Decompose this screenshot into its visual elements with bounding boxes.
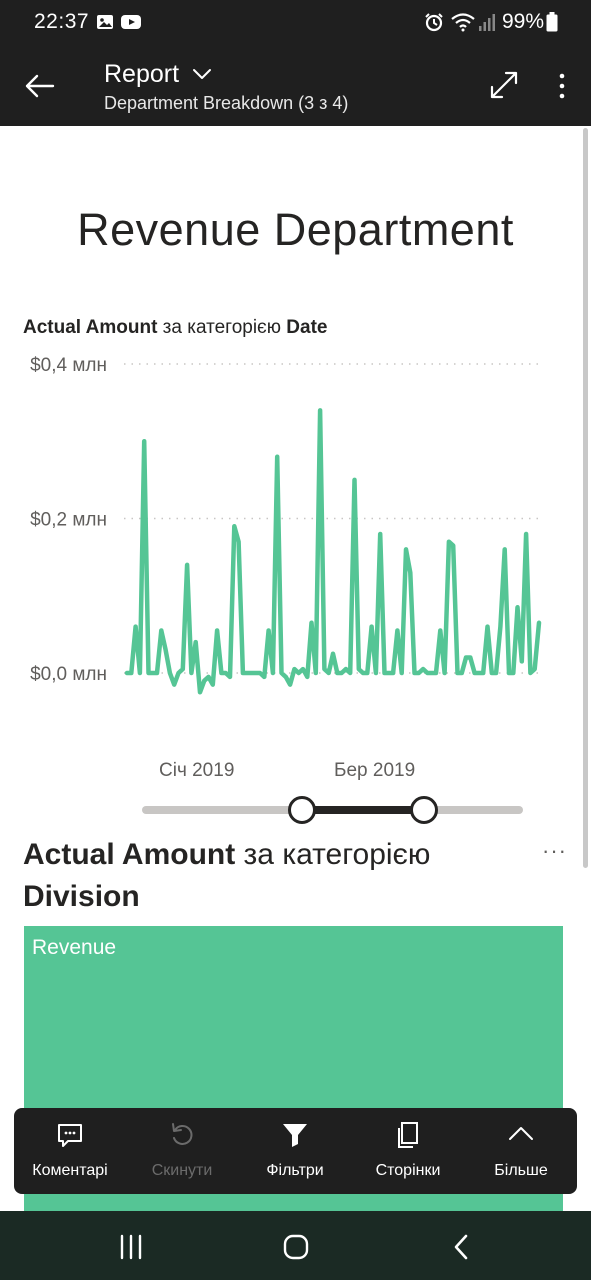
image-icon — [97, 15, 113, 29]
slider-start-handle[interactable] — [288, 796, 317, 824]
slider-end-handle[interactable] — [409, 796, 438, 824]
back-nav-icon[interactable] — [446, 1231, 478, 1263]
reset-button[interactable]: Скинути — [126, 1108, 238, 1194]
status-bar: 22:37 99% — [0, 0, 591, 46]
filters-button[interactable]: Фільтри — [239, 1108, 351, 1194]
comments-button[interactable]: Коментарі — [14, 1108, 126, 1194]
treemap-tile-label: Revenue — [32, 936, 117, 959]
treemap-title: Actual Amount за категорією Division — [23, 834, 523, 918]
page-title: Revenue Department — [77, 204, 514, 255]
back-arrow-icon[interactable] — [22, 68, 58, 104]
line-chart[interactable]: $0,4 млн $0,2 млн $0,0 млн — [0, 340, 591, 740]
visual-more-options-icon[interactable]: ··· — [542, 838, 568, 863]
treemap-title-mid: за категорією — [235, 838, 431, 871]
line-chart-dimension: Date — [286, 317, 328, 338]
treemap-measure: Actual Amount — [23, 838, 236, 871]
expand-icon[interactable] — [488, 69, 520, 101]
action-bar: Коментарі Скинути Фільтри Сторінки Більш… — [14, 1108, 577, 1194]
home-icon[interactable] — [280, 1231, 312, 1263]
series-line[interactable] — [124, 408, 542, 695]
comments-label: Коментарі — [32, 1162, 108, 1179]
report-title-dropdown[interactable]: Report — [104, 60, 179, 89]
youtube-icon — [121, 15, 141, 29]
pages-button[interactable]: Сторінки — [352, 1108, 464, 1194]
status-time: 22:37 — [34, 10, 90, 33]
line-chart-title-mid: за категорією — [157, 317, 287, 338]
wifi-icon — [451, 13, 475, 32]
filters-label: Фільтри — [266, 1162, 324, 1179]
battery-icon — [546, 12, 558, 32]
y-tick-label: $0,0 млн — [30, 664, 107, 685]
reset-label: Скинути — [151, 1162, 213, 1179]
date-range-selection — [302, 806, 424, 814]
treemap-dimension: Division — [23, 880, 140, 913]
comment-icon — [58, 1124, 82, 1147]
x-tick-label: Бер 2019 — [334, 760, 416, 781]
y-tick-label: $0,4 млн — [30, 355, 107, 376]
app-header: Report Department Breakdown (3 з 4) — [0, 46, 591, 126]
page-subtitle: Department Breakdown (3 з 4) — [104, 93, 349, 113]
more-options-icon[interactable] — [552, 70, 572, 102]
pages-icon — [398, 1122, 418, 1148]
alarm-icon — [425, 13, 443, 32]
more-button[interactable]: Більше — [465, 1108, 577, 1194]
y-tick-label: $0,2 млн — [30, 510, 107, 531]
line-chart-title: Actual Amount за категорією Date — [23, 317, 327, 339]
battery-percent: 99% — [502, 10, 545, 33]
more-label: Більше — [494, 1162, 548, 1179]
chevron-up-icon — [509, 1127, 533, 1140]
reset-icon — [172, 1123, 193, 1145]
system-nav-bar — [0, 1211, 591, 1280]
line-chart-measure: Actual Amount — [23, 317, 158, 338]
x-tick-label: Січ 2019 — [159, 760, 235, 781]
chevron-down-icon[interactable] — [192, 64, 212, 84]
recent-apps-icon[interactable] — [115, 1231, 147, 1263]
signal-icon — [479, 14, 495, 31]
filter-icon — [283, 1124, 307, 1147]
pages-label: Сторінки — [375, 1162, 441, 1179]
